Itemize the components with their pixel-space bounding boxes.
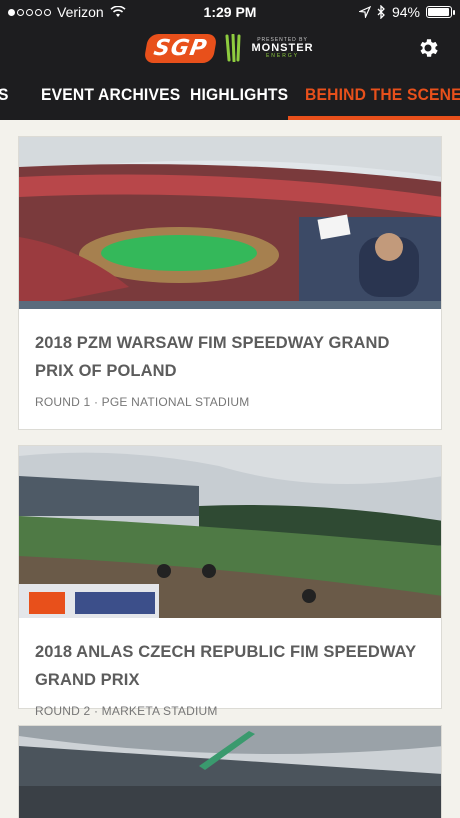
sgp-logo: SGP [143, 33, 219, 63]
app-header: SGP PRESENTED BY MONSTER ENERGY [0, 24, 460, 72]
location-arrow-icon [358, 6, 371, 18]
event-meta: ROUND 2 · MARKETA STADIUM [35, 704, 218, 718]
gear-icon[interactable] [416, 36, 440, 60]
tab-partial[interactable]: S [0, 72, 9, 120]
event-photo[interactable] [19, 137, 441, 309]
content-list: 2018 PZM WARSAW FIM SPEEDWAY GRAND PRIX … [0, 120, 460, 818]
event-meta: ROUND 1 · PGE NATIONAL STADIUM [35, 395, 250, 409]
event-title: 2018 ANLAS CZECH REPUBLIC FIM SPEEDWAY G… [35, 643, 416, 689]
event-card[interactable]: 2018 PZM WARSAW FIM SPEEDWAY GRAND PRIX … [18, 136, 442, 430]
card-body: 2018 PZM WARSAW FIM SPEEDWAY GRAND PRIX … [19, 309, 441, 409]
event-photo[interactable] [19, 446, 441, 618]
status-right: 94% [358, 4, 455, 20]
event-title: 2018 PZM WARSAW FIM SPEEDWAY GRAND PRIX … [35, 334, 390, 380]
card-body: 2018 ANLAS CZECH REPUBLIC FIM SPEEDWAY G… [19, 618, 441, 718]
event-photo[interactable] [19, 726, 441, 818]
tab-highlights[interactable]: HIGHLIGHTS [190, 72, 288, 120]
event-card[interactable]: 2018 ANLAS CZECH REPUBLIC FIM SPEEDWAY G… [18, 445, 442, 718]
monster-claw-icon [225, 34, 241, 62]
sponsor-name: MONSTER [251, 41, 314, 54]
tab-behind-the-scenes[interactable]: BEHIND THE SCENES [305, 72, 460, 120]
sponsor-tag: ENERGY [265, 52, 300, 59]
sponsor-logo: PRESENTED BY MONSTER ENERGY [251, 37, 314, 59]
battery-percent: 94% [391, 4, 420, 20]
signal-icon [8, 8, 51, 16]
carrier-label: Verizon [57, 4, 104, 20]
battery-icon [426, 6, 455, 18]
logo-group: SGP PRESENTED BY MONSTER ENERGY [143, 33, 314, 63]
wifi-icon [110, 6, 126, 17]
bluetooth-icon [377, 5, 385, 19]
tab-event-archives[interactable]: EVENT ARCHIVES [41, 72, 180, 120]
status-left: Verizon [8, 4, 126, 20]
tab-bar: S EVENT ARCHIVES HIGHLIGHTS BEHIND THE S… [0, 72, 460, 120]
status-bar: Verizon 1:29 PM 94% [0, 0, 460, 24]
event-card[interactable] [18, 725, 442, 818]
